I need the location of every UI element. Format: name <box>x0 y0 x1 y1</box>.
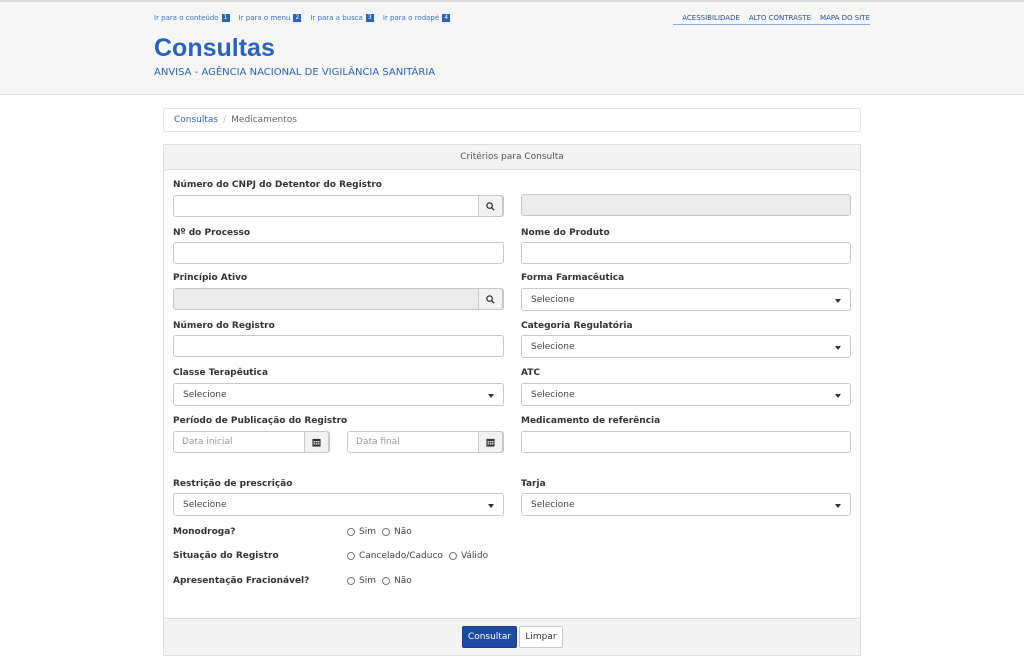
breadcrumb: Consultas / Medicamentos <box>163 108 861 132</box>
caret-down-icon <box>835 504 841 508</box>
situacao-valido-radio[interactable]: Válido <box>448 551 488 561</box>
limpar-button[interactable]: Limpar <box>519 626 563 648</box>
atc-select[interactable]: Selecione <box>521 383 851 406</box>
situacao-radio-group: Cancelado/Caduco Válido <box>347 551 494 561</box>
fracionavel-sim-radio[interactable]: Sim <box>347 576 376 586</box>
registro-input[interactable] <box>173 335 504 357</box>
data-final-calendar-button[interactable] <box>478 431 503 453</box>
radio-button[interactable] <box>381 577 390 585</box>
monodroga-nao-radio[interactable]: Não <box>381 527 412 537</box>
shortcut-key-badge: 2 <box>293 14 302 22</box>
utility-links: ACESSIBILIDADE ALTO CONTRASTE MAPA DO SI… <box>673 14 870 25</box>
caret-down-icon <box>835 346 841 350</box>
search-icon <box>486 294 495 304</box>
monodroga-radio-group: Sim Não <box>347 527 418 537</box>
search-icon <box>486 201 495 211</box>
search-criteria-panel: Critérios para Consulta Número do CNPJ d… <box>163 144 861 656</box>
shortcut-key-badge: 1 <box>221 14 230 22</box>
data-final-input[interactable]: Data final <box>347 431 504 453</box>
data-final-placeholder: Data final <box>356 437 400 447</box>
data-inicial-placeholder: Data inicial <box>182 437 233 447</box>
principio-label: Princípio Ativo <box>173 273 248 283</box>
referencia-label: Medicamento de referência <box>521 416 661 426</box>
classe-label: Classe Terapêutica <box>173 368 269 378</box>
panel-footer: Consultar Limpar <box>164 618 860 655</box>
page-title[interactable]: Consultas <box>154 34 275 63</box>
site-map-link[interactable]: MAPA DO SITE <box>820 14 870 22</box>
cnpj-search-button[interactable] <box>478 195 503 217</box>
high-contrast-link[interactable]: ALTO CONTRASTE <box>749 14 811 22</box>
categoria-select[interactable]: Selecione <box>521 335 851 358</box>
referencia-input[interactable] <box>521 431 851 453</box>
data-inicial-input[interactable]: Data inicial <box>173 431 330 453</box>
monodroga-label: Monodroga? <box>173 527 236 537</box>
data-inicial-calendar-button[interactable] <box>304 431 329 453</box>
caret-down-icon <box>835 299 841 303</box>
site-header: Ir para o conteúdo 1 Ir para o menu 2 Ir p… <box>0 0 1024 95</box>
radio-button[interactable] <box>347 528 355 536</box>
shortcut-key-badge: 4 <box>442 14 451 22</box>
restricao-select-value: Selecione <box>183 500 227 510</box>
page-subtitle: ANVISA - AGÊNCIA NACIONAL DE VIGILÂNCIA … <box>154 67 436 78</box>
accessibility-link[interactable]: ACESSIBILIDADE <box>682 14 740 22</box>
processo-label: Nº do Processo <box>173 228 251 238</box>
atc-label: ATC <box>521 368 541 378</box>
periodo-label: Período de Publicação do Registro <box>173 416 348 426</box>
caret-down-icon <box>488 504 494 508</box>
registro-label: Número do Registro <box>173 321 275 331</box>
panel-title: Critérios para Consulta <box>164 145 860 170</box>
fracionavel-radio-group: Sim Não <box>347 576 418 586</box>
principio-search-button[interactable] <box>478 288 503 310</box>
radio-button[interactable] <box>347 552 355 560</box>
fracionavel-nao-radio[interactable]: Não <box>381 576 412 586</box>
fracionavel-label: Apresentação Fracionável? <box>173 576 310 586</box>
shortcut-key-badge: 3 <box>365 14 374 22</box>
tarja-select[interactable]: Selecione <box>521 493 851 516</box>
atc-select-value: Selecione <box>531 390 575 400</box>
principio-input <box>173 288 504 310</box>
classe-select-value: Selecione <box>183 390 227 400</box>
forma-select-value: Selecione <box>531 295 575 305</box>
produto-input[interactable] <box>521 242 851 264</box>
monodroga-sim-radio[interactable]: Sim <box>347 527 376 537</box>
situacao-label: Situação do Registro <box>173 551 279 561</box>
calendar-icon <box>312 438 321 447</box>
radio-button[interactable] <box>448 552 457 560</box>
consultar-button[interactable]: Consultar <box>462 626 517 648</box>
skip-to-search-link[interactable]: Ir para a busca 3 <box>310 14 374 22</box>
produto-label: Nome do Produto <box>521 228 610 238</box>
processo-input[interactable] <box>173 242 504 264</box>
skip-to-footer-link[interactable]: Ir para o rodapé 4 <box>383 14 451 22</box>
calendar-icon <box>486 438 495 447</box>
restricao-label: Restrição de prescrição <box>173 479 293 489</box>
skip-to-content-link[interactable]: Ir para o conteúdo 1 <box>154 14 230 22</box>
classe-select[interactable]: Selecione <box>173 383 504 406</box>
forma-select[interactable]: Selecione <box>521 288 851 311</box>
forma-label: Forma Farmacêutica <box>521 273 625 283</box>
skip-to-menu-link[interactable]: Ir para o menu 2 <box>239 14 302 22</box>
caret-down-icon <box>835 394 841 398</box>
breadcrumb-consultas-link[interactable]: Consultas <box>174 115 218 125</box>
situacao-cancelado-radio[interactable]: Cancelado/Caduco <box>347 551 443 561</box>
cnpj-label: Número do CNPJ do Detentor do Registro <box>173 180 382 190</box>
tarja-label: Tarja <box>521 479 546 489</box>
restricao-select[interactable]: Selecione <box>173 493 504 516</box>
radio-button[interactable] <box>347 577 355 585</box>
breadcrumb-separator: / <box>223 115 227 125</box>
breadcrumb-current: Medicamentos <box>231 115 297 125</box>
categoria-label: Categoria Regulatória <box>521 321 633 331</box>
cnpj-input[interactable] <box>173 195 504 217</box>
radio-button[interactable] <box>381 528 390 536</box>
tarja-select-value: Selecione <box>531 500 575 510</box>
caret-down-icon <box>488 394 494 398</box>
accessibility-links: Ir para o conteúdo 1 Ir para o menu 2 Ir p… <box>154 14 459 22</box>
categoria-select-value: Selecione <box>531 342 575 352</box>
detentor-name-field <box>521 194 851 216</box>
